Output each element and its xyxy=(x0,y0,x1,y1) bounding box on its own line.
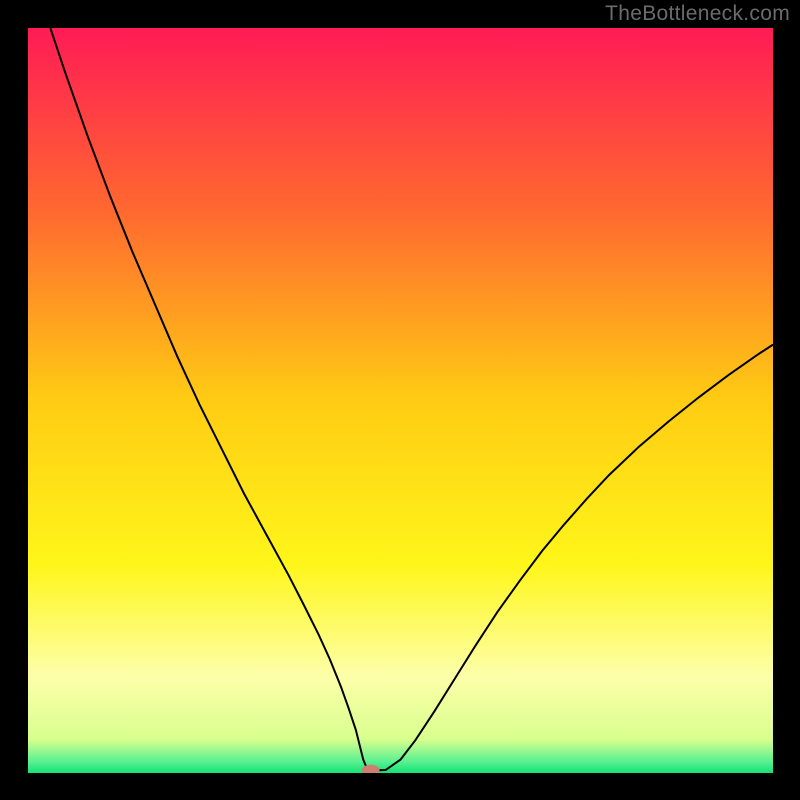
watermark-text: TheBottleneck.com xyxy=(605,2,790,26)
chart-frame: TheBottleneck.com xyxy=(0,0,800,800)
bottleneck-plot xyxy=(28,28,773,773)
plot-background xyxy=(28,28,773,773)
